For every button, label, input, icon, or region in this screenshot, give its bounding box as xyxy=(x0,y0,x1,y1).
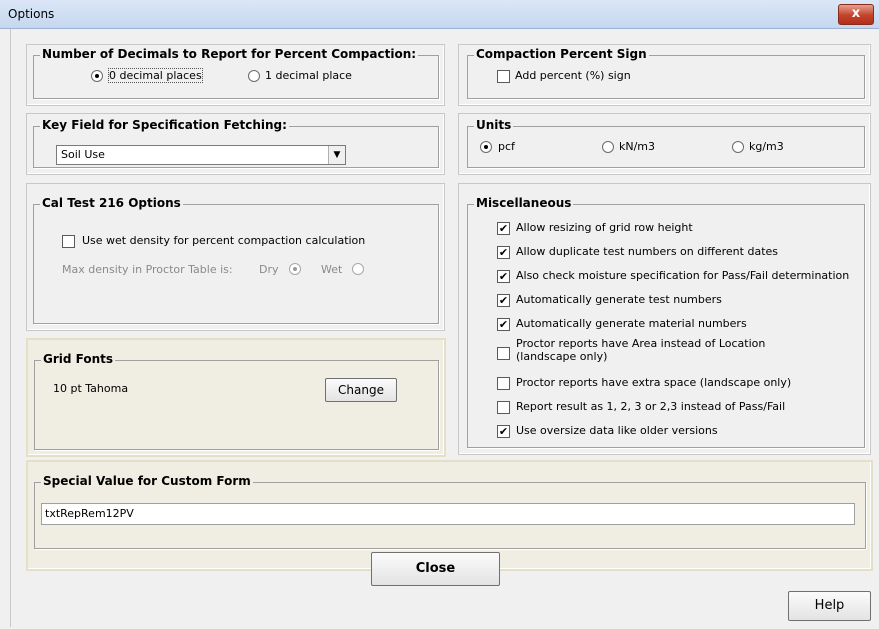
percent-sign-panel: Compaction Percent Sign Add percent (%) … xyxy=(458,44,871,106)
caltest-group: Cal Test 216 Options Use wet density for… xyxy=(33,196,439,324)
units-group: Units pcf kN/m3 kg/m3 xyxy=(467,118,865,168)
add-percent-checkbox[interactable] xyxy=(497,70,510,83)
decimal-1-radio[interactable] xyxy=(248,70,260,82)
key-field-legend: Key Field for Specification Fetching: xyxy=(40,118,289,132)
decimal-1-label[interactable]: 1 decimal place xyxy=(265,69,352,82)
wet-density-checkbox[interactable] xyxy=(62,235,75,248)
window-title: Options xyxy=(8,7,55,21)
misc-label-6: Proctor reports have extra space (landsc… xyxy=(516,376,792,389)
key-field-group: Key Field for Specification Fetching: So… xyxy=(33,118,439,168)
misc-checkbox-6[interactable] xyxy=(497,377,510,390)
percent-sign-legend: Compaction Percent Sign xyxy=(474,47,649,61)
decimals-panel: Number of Decimals to Report for Percent… xyxy=(26,44,445,106)
misc-panel: Miscellaneous ✔ Allow resizing of grid r… xyxy=(458,183,871,455)
help-button[interactable]: Help xyxy=(788,591,871,621)
units-legend: Units xyxy=(474,118,514,132)
special-value-group: Special Value for Custom Form txtRepRem1… xyxy=(34,474,866,549)
wet-label: Wet xyxy=(321,263,343,276)
special-value-legend: Special Value for Custom Form xyxy=(41,474,253,488)
wet-density-label: Use wet density for percent compaction c… xyxy=(82,234,366,247)
unit-kg-radio[interactable] xyxy=(732,141,744,153)
misc-checkbox-7[interactable] xyxy=(497,401,510,414)
special-value-text: txtRepRem12PV xyxy=(45,507,134,520)
unit-pcf-radio[interactable] xyxy=(480,141,492,153)
unit-pcf-label[interactable]: pcf xyxy=(498,140,515,153)
misc-checkbox-5[interactable] xyxy=(497,347,510,360)
chevron-down-icon[interactable]: ▼ xyxy=(328,146,345,164)
max-density-label: Max density in Proctor Table is: xyxy=(62,263,233,276)
wet-radio[interactable] xyxy=(352,263,364,275)
misc-label-3: Automatically generate test numbers xyxy=(516,293,722,306)
misc-checkbox-0[interactable]: ✔ xyxy=(497,222,510,235)
grid-fonts-legend: Grid Fonts xyxy=(41,352,116,366)
misc-label-7: Report result as 1, 2, 3 or 2,3 instead … xyxy=(516,400,786,413)
dialog-client-area: Number of Decimals to Report for Percent… xyxy=(0,29,879,629)
misc-label-8: Use oversize data like older versions xyxy=(516,424,718,437)
key-field-value: Soil Use xyxy=(61,148,105,161)
close-window-icon[interactable]: x xyxy=(838,4,874,25)
misc-label-4: Automatically generate material numbers xyxy=(516,317,747,330)
misc-checkbox-3[interactable]: ✔ xyxy=(497,294,510,307)
misc-checkbox-1[interactable]: ✔ xyxy=(497,246,510,259)
misc-label-5: Proctor reports have Area instead of Loc… xyxy=(516,337,766,350)
unit-kn-radio[interactable] xyxy=(602,141,614,153)
misc-legend: Miscellaneous xyxy=(474,196,574,210)
decimals-legend: Number of Decimals to Report for Percent… xyxy=(40,47,419,61)
percent-sign-group: Compaction Percent Sign Add percent (%) … xyxy=(467,47,865,99)
dry-radio[interactable] xyxy=(289,263,301,275)
unit-kg-label[interactable]: kg/m3 xyxy=(749,140,784,153)
decimal-0-radio[interactable] xyxy=(91,70,103,82)
caltest-panel: Cal Test 216 Options Use wet density for… xyxy=(26,183,445,331)
decimal-0-label[interactable]: 0 decimal places xyxy=(108,68,203,83)
misc-label-0: Allow resizing of grid row height xyxy=(516,221,693,234)
units-panel: Units pcf kN/m3 kg/m3 xyxy=(458,113,871,175)
unit-kn-label[interactable]: kN/m3 xyxy=(619,140,655,153)
key-field-panel: Key Field for Specification Fetching: So… xyxy=(26,113,445,175)
add-percent-label: Add percent (%) sign xyxy=(515,69,631,82)
grid-fonts-panel: Grid Fonts 10 pt Tahoma Change xyxy=(26,338,446,457)
close-button[interactable]: Close xyxy=(371,552,500,586)
caltest-legend: Cal Test 216 Options xyxy=(40,196,183,210)
title-bar: Options x xyxy=(0,0,879,29)
key-field-select[interactable]: Soil Use ▼ xyxy=(56,145,346,165)
misc-checkbox-2[interactable]: ✔ xyxy=(497,270,510,283)
special-value-input[interactable]: txtRepRem12PV xyxy=(41,503,855,525)
misc-label-5b: (landscape only) xyxy=(516,350,608,363)
decimals-group: Number of Decimals to Report for Percent… xyxy=(33,47,439,99)
misc-group: Miscellaneous ✔ Allow resizing of grid r… xyxy=(467,196,865,448)
misc-checkbox-4[interactable]: ✔ xyxy=(497,318,510,331)
misc-label-1: Allow duplicate test numbers on differen… xyxy=(516,245,779,258)
change-font-button[interactable]: Change xyxy=(325,378,397,402)
misc-label-2: Also check moisture specification for Pa… xyxy=(516,269,850,282)
grid-font-text: 10 pt Tahoma xyxy=(53,382,129,395)
grid-fonts-group: Grid Fonts 10 pt Tahoma Change xyxy=(34,352,439,450)
misc-checkbox-8[interactable]: ✔ xyxy=(497,425,510,438)
dry-label: Dry xyxy=(259,263,279,276)
